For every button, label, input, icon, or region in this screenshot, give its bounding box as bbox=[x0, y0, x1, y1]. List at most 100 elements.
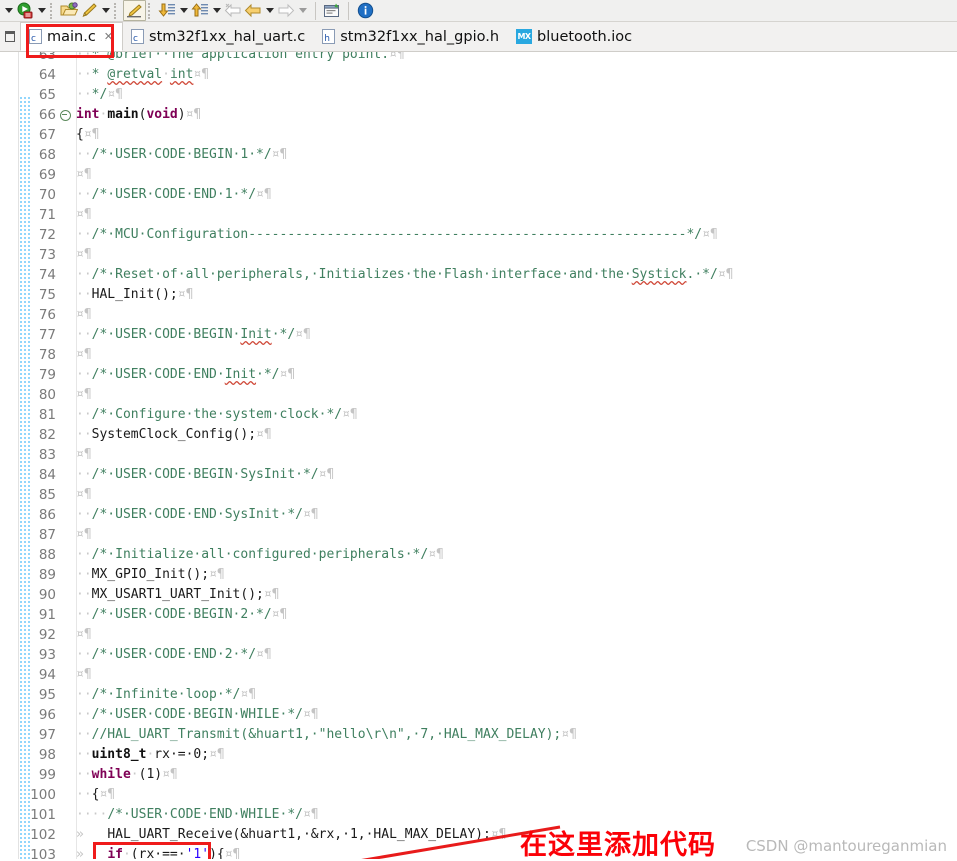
code-line[interactable]: 97 ··//HAL_UART_Transmit(&huart1,·"hello\… bbox=[0, 725, 957, 745]
code-line[interactable]: 65 ··*/¤¶ bbox=[0, 85, 957, 105]
code-line[interactable]: 87 ¤¶ bbox=[0, 525, 957, 545]
run-icon[interactable] bbox=[15, 1, 35, 21]
code-text: ¤¶ bbox=[72, 245, 957, 265]
token: '1' bbox=[185, 847, 210, 859]
fold-collapse-icon[interactable] bbox=[58, 105, 72, 125]
code-line[interactable]: 85 ¤¶ bbox=[0, 485, 957, 505]
next-annotation-icon[interactable] bbox=[157, 1, 177, 21]
code-line[interactable]: 94 ¤¶ bbox=[0, 665, 957, 685]
line-number: 96 bbox=[38, 707, 56, 723]
code-line[interactable]: 82 ··SystemClock_Config();¤¶ bbox=[0, 425, 957, 445]
code-line[interactable]: 95 ··/*·Infinite·loop·*/¤¶ bbox=[0, 685, 957, 705]
token: ¤¶ bbox=[240, 687, 257, 702]
marker-icon[interactable] bbox=[123, 0, 146, 21]
code-line[interactable]: 67 {¤¶ bbox=[0, 125, 957, 145]
tab-main-c[interactable]: main.c ✕ bbox=[20, 22, 124, 51]
dropdown-caret-1[interactable] bbox=[2, 1, 15, 21]
code-line[interactable]: 76 ¤¶ bbox=[0, 305, 957, 325]
code-line[interactable]: 91 ··/*·USER·CODE·BEGIN·2·*/¤¶ bbox=[0, 605, 957, 625]
code-line[interactable]: 84 ··/*·USER·CODE·BEGIN·SysInit·*/¤¶ bbox=[0, 465, 957, 485]
code-line[interactable]: 99 ··while·(1)¤¶ bbox=[0, 765, 957, 785]
code-text: ··/*·USER·CODE·BEGIN·SysInit·*/¤¶ bbox=[72, 465, 957, 485]
token: ¤¶ bbox=[99, 787, 116, 802]
dropdown-caret-4[interactable] bbox=[177, 1, 190, 21]
code-line[interactable]: 81 ··/*·Configure·the·system·clock·*/¤¶ bbox=[0, 405, 957, 425]
code-line[interactable]: 73 ¤¶ bbox=[0, 245, 957, 265]
code-line[interactable]: 77 ··/*·USER·CODE·BEGIN·Init·*/¤¶ bbox=[0, 325, 957, 345]
code-line[interactable]: 75 ··HAL_Init();¤¶ bbox=[0, 285, 957, 305]
token: ·· bbox=[76, 227, 92, 242]
new-window-icon[interactable] bbox=[322, 1, 342, 21]
token: ¤¶ bbox=[302, 507, 319, 522]
code-line[interactable]: 89 ··MX_GPIO_Init();¤¶ bbox=[0, 565, 957, 585]
code-line[interactable]: 74 ··/*·Reset·of·all·peripherals,·Initial… bbox=[0, 265, 957, 285]
code-line[interactable]: 63 ··* @brief··The application entry poin… bbox=[0, 52, 957, 65]
token: ·· bbox=[76, 267, 92, 282]
previous-annotation-icon[interactable] bbox=[190, 1, 210, 21]
token: ·· bbox=[76, 567, 92, 582]
code-line[interactable]: 101 ····/*·USER·CODE·END·WHILE·*/¤¶ bbox=[0, 805, 957, 825]
token: ·*/ bbox=[256, 367, 280, 382]
code-line[interactable]: 64 ··* @retval·int¤¶ bbox=[0, 65, 957, 85]
info-icon[interactable] bbox=[355, 1, 375, 21]
code-line[interactable]: 96 ··/*·USER·CODE·BEGIN·WHILE·*/¤¶ bbox=[0, 705, 957, 725]
line-number: 65 bbox=[38, 87, 56, 103]
dropdown-caret-6[interactable] bbox=[263, 1, 276, 21]
code-line[interactable]: 98 ··uint8_t·rx·=·0;¤¶ bbox=[0, 745, 957, 765]
dropdown-caret-5[interactable] bbox=[210, 1, 223, 21]
tab-stm32f1xx-hal-uart-c[interactable]: stm32f1xx_hal_uart.c bbox=[123, 22, 314, 51]
mx-file-icon: MX bbox=[516, 29, 533, 44]
line-number: 68 bbox=[38, 147, 56, 163]
code-text: ··/*·USER·CODE·BEGIN·Init·*/¤¶ bbox=[72, 325, 957, 345]
token: ¤¶ bbox=[271, 607, 288, 622]
close-icon[interactable]: ✕ bbox=[104, 30, 113, 43]
back-icon[interactable] bbox=[243, 1, 263, 21]
line-number: 97 bbox=[38, 727, 56, 743]
token: ¤¶ bbox=[76, 527, 92, 542]
code-text: ¤¶ bbox=[72, 525, 957, 545]
token: ¤¶ bbox=[702, 227, 718, 242]
code-text: ··{¤¶ bbox=[72, 785, 957, 805]
line-number: 88 bbox=[38, 547, 56, 563]
chevron-down-icon bbox=[37, 8, 46, 13]
code-line[interactable]: 79 ··/*·USER·CODE·END·Init·*/¤¶ bbox=[0, 365, 957, 385]
code-line[interactable]: 83 ¤¶ bbox=[0, 445, 957, 465]
code-line[interactable]: 72 ··/*·MCU·Configuration----------------… bbox=[0, 225, 957, 245]
code-lines[interactable]: 63 ··* @brief··The application entry poin… bbox=[0, 52, 957, 859]
code-editor[interactable]: 63 ··* @brief··The application entry poin… bbox=[0, 52, 957, 859]
dropdown-caret-3[interactable] bbox=[99, 1, 112, 21]
code-text: ··/*·USER·CODE·END·SysInit·*/¤¶ bbox=[72, 505, 957, 525]
code-line[interactable]: 78 ¤¶ bbox=[0, 345, 957, 365]
token: /*·Initialize·all·configured·peripherals… bbox=[91, 547, 429, 562]
tab-stm32f1xx-hal-gpio-h[interactable]: stm32f1xx_hal_gpio.h bbox=[314, 22, 508, 51]
token: /*·USER·CODE·BEGIN·2·*/ bbox=[91, 607, 272, 622]
forward-icon[interactable] bbox=[276, 1, 296, 21]
code-line[interactable]: 86 ··/*·USER·CODE·END·SysInit·*/¤¶ bbox=[0, 505, 957, 525]
pencil-icon[interactable] bbox=[79, 1, 99, 21]
token: » bbox=[76, 847, 108, 859]
code-line[interactable]: 71 ¤¶ bbox=[0, 205, 957, 225]
code-line[interactable]: 70 ··/*·USER·CODE·END·1·*/¤¶ bbox=[0, 185, 957, 205]
code-line[interactable]: 90 ··MX_USART1_UART_Init();¤¶ bbox=[0, 585, 957, 605]
code-line[interactable]: 80 ¤¶ bbox=[0, 385, 957, 405]
code-line[interactable]: 66 int·main(void)¤¶ bbox=[0, 105, 957, 125]
editor-restore-icon[interactable] bbox=[0, 21, 20, 51]
line-number: 90 bbox=[38, 587, 56, 603]
line-number: 86 bbox=[38, 507, 56, 523]
token: ·· bbox=[76, 67, 92, 82]
line-number: 78 bbox=[38, 347, 56, 363]
tab-bluetooth-ioc[interactable]: MX bluetooth.ioc bbox=[508, 22, 641, 51]
code-line[interactable]: 100 ··{¤¶ bbox=[0, 785, 957, 805]
token: /*·USER·CODE·BEGIN·SysInit·*/ bbox=[91, 467, 319, 482]
code-line[interactable]: 69 ¤¶ bbox=[0, 165, 957, 185]
token: { bbox=[76, 127, 84, 142]
code-text: {¤¶ bbox=[72, 125, 957, 145]
code-line[interactable]: 68 ··/*·USER·CODE·BEGIN·1·*/¤¶ bbox=[0, 145, 957, 165]
dropdown-caret-2[interactable] bbox=[35, 1, 48, 21]
code-line[interactable]: 92 ¤¶ bbox=[0, 625, 957, 645]
open-folder-icon[interactable] bbox=[59, 1, 79, 21]
code-line[interactable]: 88 ··/*·Initialize·all·configured·periphe… bbox=[0, 545, 957, 565]
token: ¤¶ bbox=[224, 847, 241, 859]
token: ¤¶ bbox=[389, 52, 405, 62]
code-line[interactable]: 93 ··/*·USER·CODE·END·2·*/¤¶ bbox=[0, 645, 957, 665]
